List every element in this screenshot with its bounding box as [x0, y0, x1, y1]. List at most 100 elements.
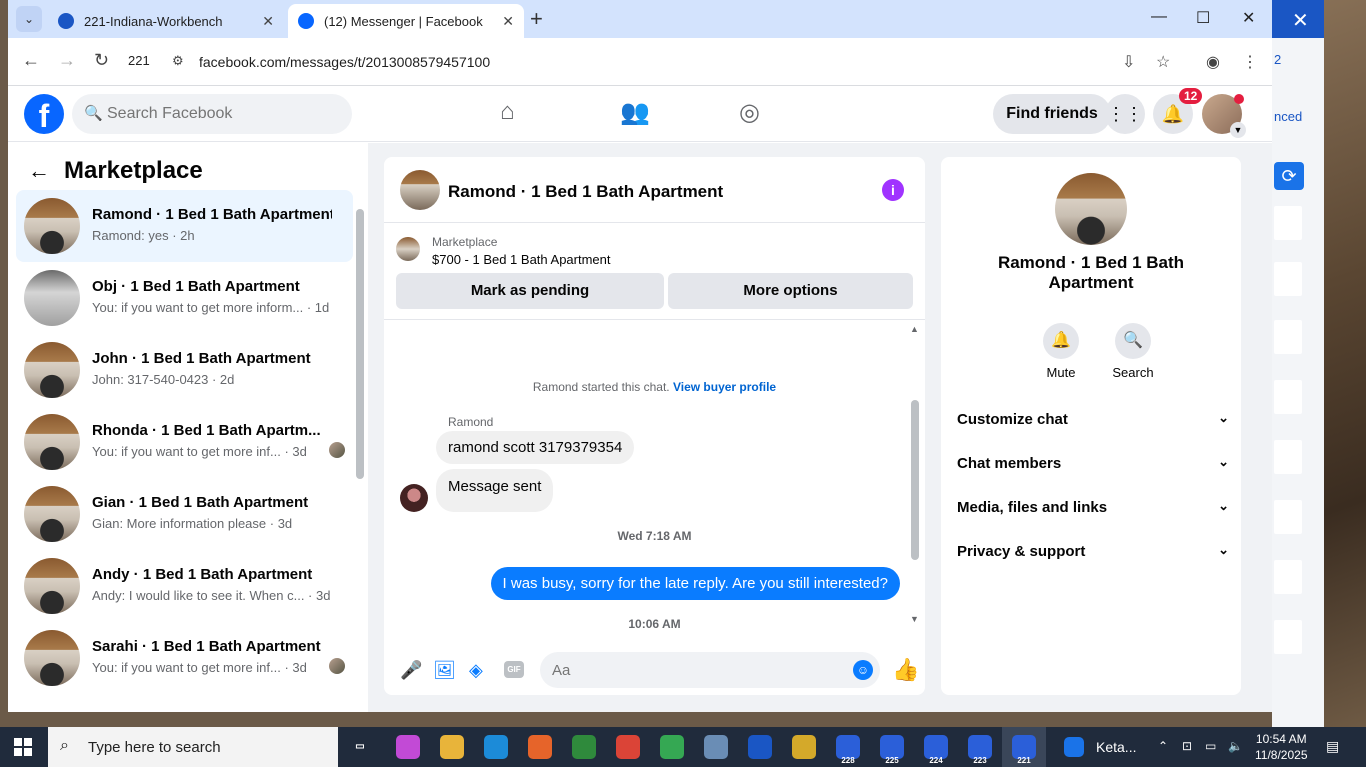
profile-number: 224 [929, 756, 943, 765]
windows-start-icon[interactable] [14, 738, 32, 756]
conversation-item[interactable]: Rhonda · 1 Bed 1 Bath Apartm... You: if … [16, 406, 353, 478]
conversation-item[interactable]: Sarahi · 1 Bed 1 Bath Apartment You: if … [16, 622, 353, 694]
address-bar[interactable]: ⚙ facebook.com/messages/t/20130085794571… [160, 46, 1258, 78]
close-tab-icon[interactable]: ✕ [502, 13, 514, 30]
incoming-message[interactable]: ramond scott 3179379354 [436, 431, 635, 464]
friends-icon[interactable]: 👥 [620, 98, 650, 127]
groups-icon[interactable]: ◎ [739, 98, 760, 127]
chrome-icon[interactable] [660, 735, 684, 759]
message-input[interactable] [552, 652, 842, 688]
account-avatar[interactable]: ▼ [1202, 94, 1246, 138]
close-icon[interactable]: ✕ [1292, 8, 1309, 33]
conversation-snippet: Andy: I would like to see it. When c... … [92, 588, 331, 603]
message-input-box[interactable]: ☺ [540, 652, 880, 688]
find-friends-button[interactable]: Find friends [993, 94, 1111, 134]
install-app-icon[interactable]: ⇩ [1122, 52, 1135, 72]
refresh-icon[interactable]: ⟳ [1274, 162, 1304, 190]
mark-pending-button[interactable]: Mark as pending [396, 273, 664, 309]
gif-icon[interactable]: GIF [504, 661, 524, 678]
device-icon[interactable]: ⊡ [1182, 739, 1192, 753]
running-app-label[interactable]: Keta... [1096, 739, 1136, 755]
network-icon[interactable]: ▭ [1205, 739, 1216, 753]
browser-profile-icon[interactable]: 221 [1012, 735, 1036, 765]
scrollbar[interactable] [356, 209, 364, 479]
new-tab-icon[interactable]: + [530, 6, 543, 32]
media-files-section[interactable]: Media, files and links ⌄ [957, 487, 1229, 527]
facebook-search[interactable]: 🔍 [72, 94, 352, 134]
notification-center-icon[interactable]: ▤ [1326, 738, 1339, 755]
task-view-icon[interactable]: ▭ [348, 735, 372, 759]
chat-members-section[interactable]: Chat members ⌄ [957, 443, 1229, 483]
emoji-icon[interactable]: ☺ [853, 660, 873, 680]
facebook-logo-icon[interactable]: f [24, 94, 64, 134]
browser-profile-icon[interactable]: 228 [836, 735, 860, 765]
minimize-icon[interactable]: — [1151, 8, 1167, 26]
close-tab-icon[interactable]: ✕ [262, 13, 274, 30]
spreadsheet-icon[interactable] [572, 735, 596, 759]
mute-label: Mute [1046, 365, 1076, 380]
conversation-item[interactable]: Andy · 1 Bed 1 Bath Apartment Andy: I wo… [16, 550, 353, 622]
copilot-icon[interactable] [396, 735, 420, 759]
view-buyer-profile-link[interactable]: View buyer profile [673, 380, 776, 394]
conversation-item[interactable]: Obj · 1 Bed 1 Bath Apartment You: if you… [16, 262, 353, 334]
browser-profile-icon[interactable]: 224 [924, 735, 948, 765]
back-icon[interactable]: ← [22, 50, 40, 71]
system-clock[interactable]: 10:54 AM 11/8/2025 [1255, 731, 1308, 763]
tab-workbench[interactable]: 221-Indiana-Workbench ✕ [48, 4, 284, 38]
contact-avatar[interactable] [1055, 173, 1127, 245]
sender-avatar[interactable] [400, 484, 428, 512]
background-window-link[interactable]: nced [1274, 109, 1302, 124]
app-icon[interactable] [704, 735, 728, 759]
tab-messenger[interactable]: (12) Messenger | Facebook ✕ [288, 4, 524, 38]
taskbar-search[interactable]: ⌕ Type here to search [48, 727, 338, 767]
profile-number: 221 [1017, 756, 1031, 765]
sticker-icon[interactable]: ◈ [469, 660, 483, 681]
more-options-button[interactable]: More options [668, 273, 913, 309]
menu-grid-icon[interactable]: ⋮⋮ [1105, 94, 1145, 134]
profile-label[interactable]: 221 [128, 53, 150, 68]
reload-icon[interactable]: ↻ [94, 50, 109, 71]
browser-profile-icon[interactable]: 223 [968, 735, 992, 765]
forward-icon[interactable]: → [58, 50, 76, 71]
home-icon[interactable]: ⌂ [500, 98, 515, 126]
site-info-icon[interactable]: ⚙ [172, 53, 184, 69]
photo-icon[interactable]: 🖼 [433, 660, 456, 681]
search-button[interactable]: 🔍 Search [1103, 323, 1163, 380]
search-input[interactable] [107, 94, 337, 134]
scrollbar[interactable] [911, 400, 919, 560]
browser-profile-icon[interactable]: 225 [880, 735, 904, 765]
app-icon[interactable] [1064, 737, 1084, 757]
url-text[interactable]: facebook.com/messages/t/2013008579457100 [199, 54, 490, 70]
bookmark-star-icon[interactable]: ☆ [1156, 52, 1170, 72]
chrome-icon[interactable] [616, 735, 640, 759]
conversation-item[interactable]: Ramond · 1 Bed 1 Bath Apartment Ramond: … [16, 190, 353, 262]
privacy-support-section[interactable]: Privacy & support ⌄ [957, 531, 1229, 571]
customize-chat-section[interactable]: Customize chat ⌄ [957, 399, 1229, 439]
edge-icon[interactable] [484, 735, 508, 759]
app-icon[interactable] [792, 735, 816, 759]
microphone-icon[interactable]: 🎤 [400, 660, 422, 681]
conversation-item[interactable]: Gian · 1 Bed 1 Bath Apartment Gian: More… [16, 478, 353, 550]
chat-avatar[interactable] [400, 170, 440, 210]
chat-title[interactable]: Ramond · 1 Bed 1 Bath Apartment [448, 182, 723, 202]
chevron-up-icon[interactable]: ⌃ [1158, 739, 1168, 753]
menu-kebab-icon[interactable]: ⋮ [1242, 52, 1258, 72]
scroll-down-icon[interactable]: ▼ [910, 614, 919, 624]
background-window[interactable]: ✕ 2 nced ⟳ [1272, 0, 1324, 727]
shield-icon[interactable] [748, 735, 772, 759]
volume-icon[interactable]: 🔈 [1228, 739, 1243, 753]
tab-search-dropdown-icon[interactable]: ⌄ [16, 6, 42, 32]
scroll-up-icon[interactable]: ▲ [910, 324, 919, 334]
close-window-icon[interactable]: ✕ [1242, 8, 1255, 28]
back-arrow-icon[interactable]: ← [28, 158, 50, 184]
info-icon[interactable]: i [882, 179, 904, 201]
firefox-icon[interactable] [528, 735, 552, 759]
file-explorer-icon[interactable] [440, 735, 464, 759]
account-icon[interactable]: ◉ [1206, 52, 1220, 72]
conversation-item[interactable]: John · 1 Bed 1 Bath Apartment John: 317-… [16, 334, 353, 406]
mute-button[interactable]: 🔔 Mute [1031, 323, 1091, 380]
outgoing-message[interactable]: I was busy, sorry for the late reply. Ar… [490, 567, 900, 600]
incoming-message[interactable]: Message sent [436, 469, 554, 512]
thumbs-up-icon[interactable]: 👍 [892, 657, 919, 683]
maximize-icon[interactable]: ☐ [1196, 8, 1210, 28]
